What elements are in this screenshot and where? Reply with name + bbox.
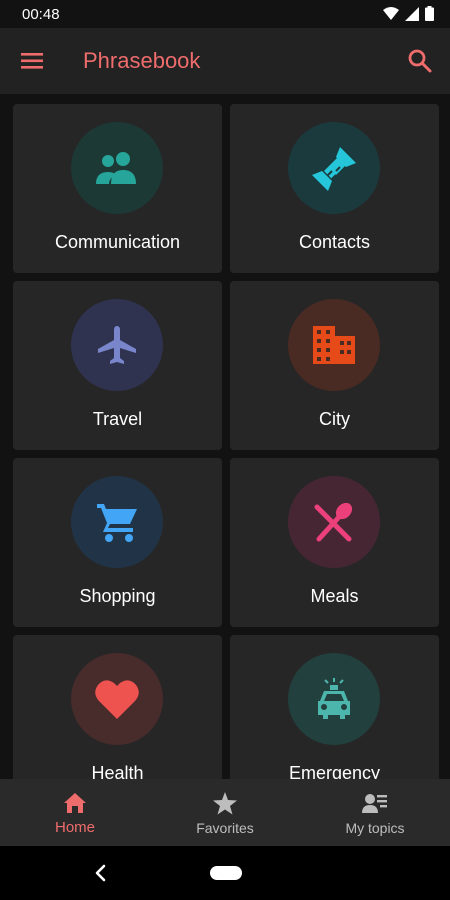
nav-label: Favorites [196, 820, 254, 836]
topic-label: Emergency [288, 763, 381, 779]
people-icon [96, 152, 136, 184]
search-icon[interactable] [406, 47, 434, 75]
topic-card-communication[interactable]: Communication [13, 104, 222, 273]
nav-item-home[interactable]: Home [0, 779, 150, 846]
battery-icon [425, 6, 434, 21]
topics-content: Communication Contacts Travel City Shopp… [0, 94, 450, 779]
topic-icon-circle [288, 299, 380, 391]
person-list-icon [362, 794, 387, 813]
topic-icon-circle [71, 653, 163, 745]
airplane-icon [98, 326, 136, 364]
star-icon [213, 792, 237, 815]
handshake-icon [312, 147, 356, 191]
topic-icon-circle [71, 122, 163, 214]
home-pill-icon[interactable] [210, 866, 242, 880]
topic-label: Health [91, 763, 144, 779]
nav-item-favorites[interactable]: Favorites [150, 779, 300, 846]
topic-card-contacts[interactable]: Contacts [230, 104, 439, 273]
topic-icon-circle [71, 299, 163, 391]
topic-label: Contacts [298, 232, 371, 252]
topic-icon-circle [288, 122, 380, 214]
topic-icon-circle [288, 653, 380, 745]
status-bar: 00:48 [0, 0, 450, 28]
heart-icon [95, 680, 139, 719]
nav-label: My topics [345, 820, 405, 836]
back-chevron-icon[interactable] [92, 863, 110, 883]
nav-label: Home [54, 819, 95, 836]
topic-label: City [319, 409, 350, 429]
signal-icon [405, 6, 419, 21]
fork-spoon-icon [314, 502, 353, 542]
topic-label: Shopping [79, 586, 156, 606]
shopping-cart-icon [97, 504, 137, 542]
topic-card-meals[interactable]: Meals [230, 458, 439, 627]
topic-card-emergency[interactable]: Emergency [230, 635, 439, 779]
app-title: Phrasebook [83, 48, 201, 73]
topic-card-health[interactable]: Health [13, 635, 222, 779]
topic-label: Communication [54, 232, 181, 252]
home-icon [64, 793, 86, 813]
status-icons [383, 6, 434, 21]
topic-card-shopping[interactable]: Shopping [13, 458, 222, 627]
topic-label: Travel [92, 409, 143, 429]
bottom-navigation: Home Favorites My topics [0, 779, 450, 846]
system-navigation-bar [0, 846, 450, 900]
app-bar: Phrasebook [0, 28, 450, 94]
nav-item-my-topics[interactable]: My topics [300, 779, 450, 846]
topic-icon-circle [71, 476, 163, 568]
wifi-icon [383, 6, 399, 20]
police-car-icon [318, 678, 350, 719]
status-time: 00:48 [22, 6, 60, 23]
topic-card-travel[interactable]: Travel [13, 281, 222, 450]
city-building-icon [313, 326, 355, 364]
topic-label: Meals [310, 586, 359, 606]
topic-icon-circle [288, 476, 380, 568]
topic-card-city[interactable]: City [230, 281, 439, 450]
topics-grid: Communication Contacts Travel City Shopp… [13, 104, 439, 779]
hamburger-menu-icon[interactable] [20, 48, 46, 74]
